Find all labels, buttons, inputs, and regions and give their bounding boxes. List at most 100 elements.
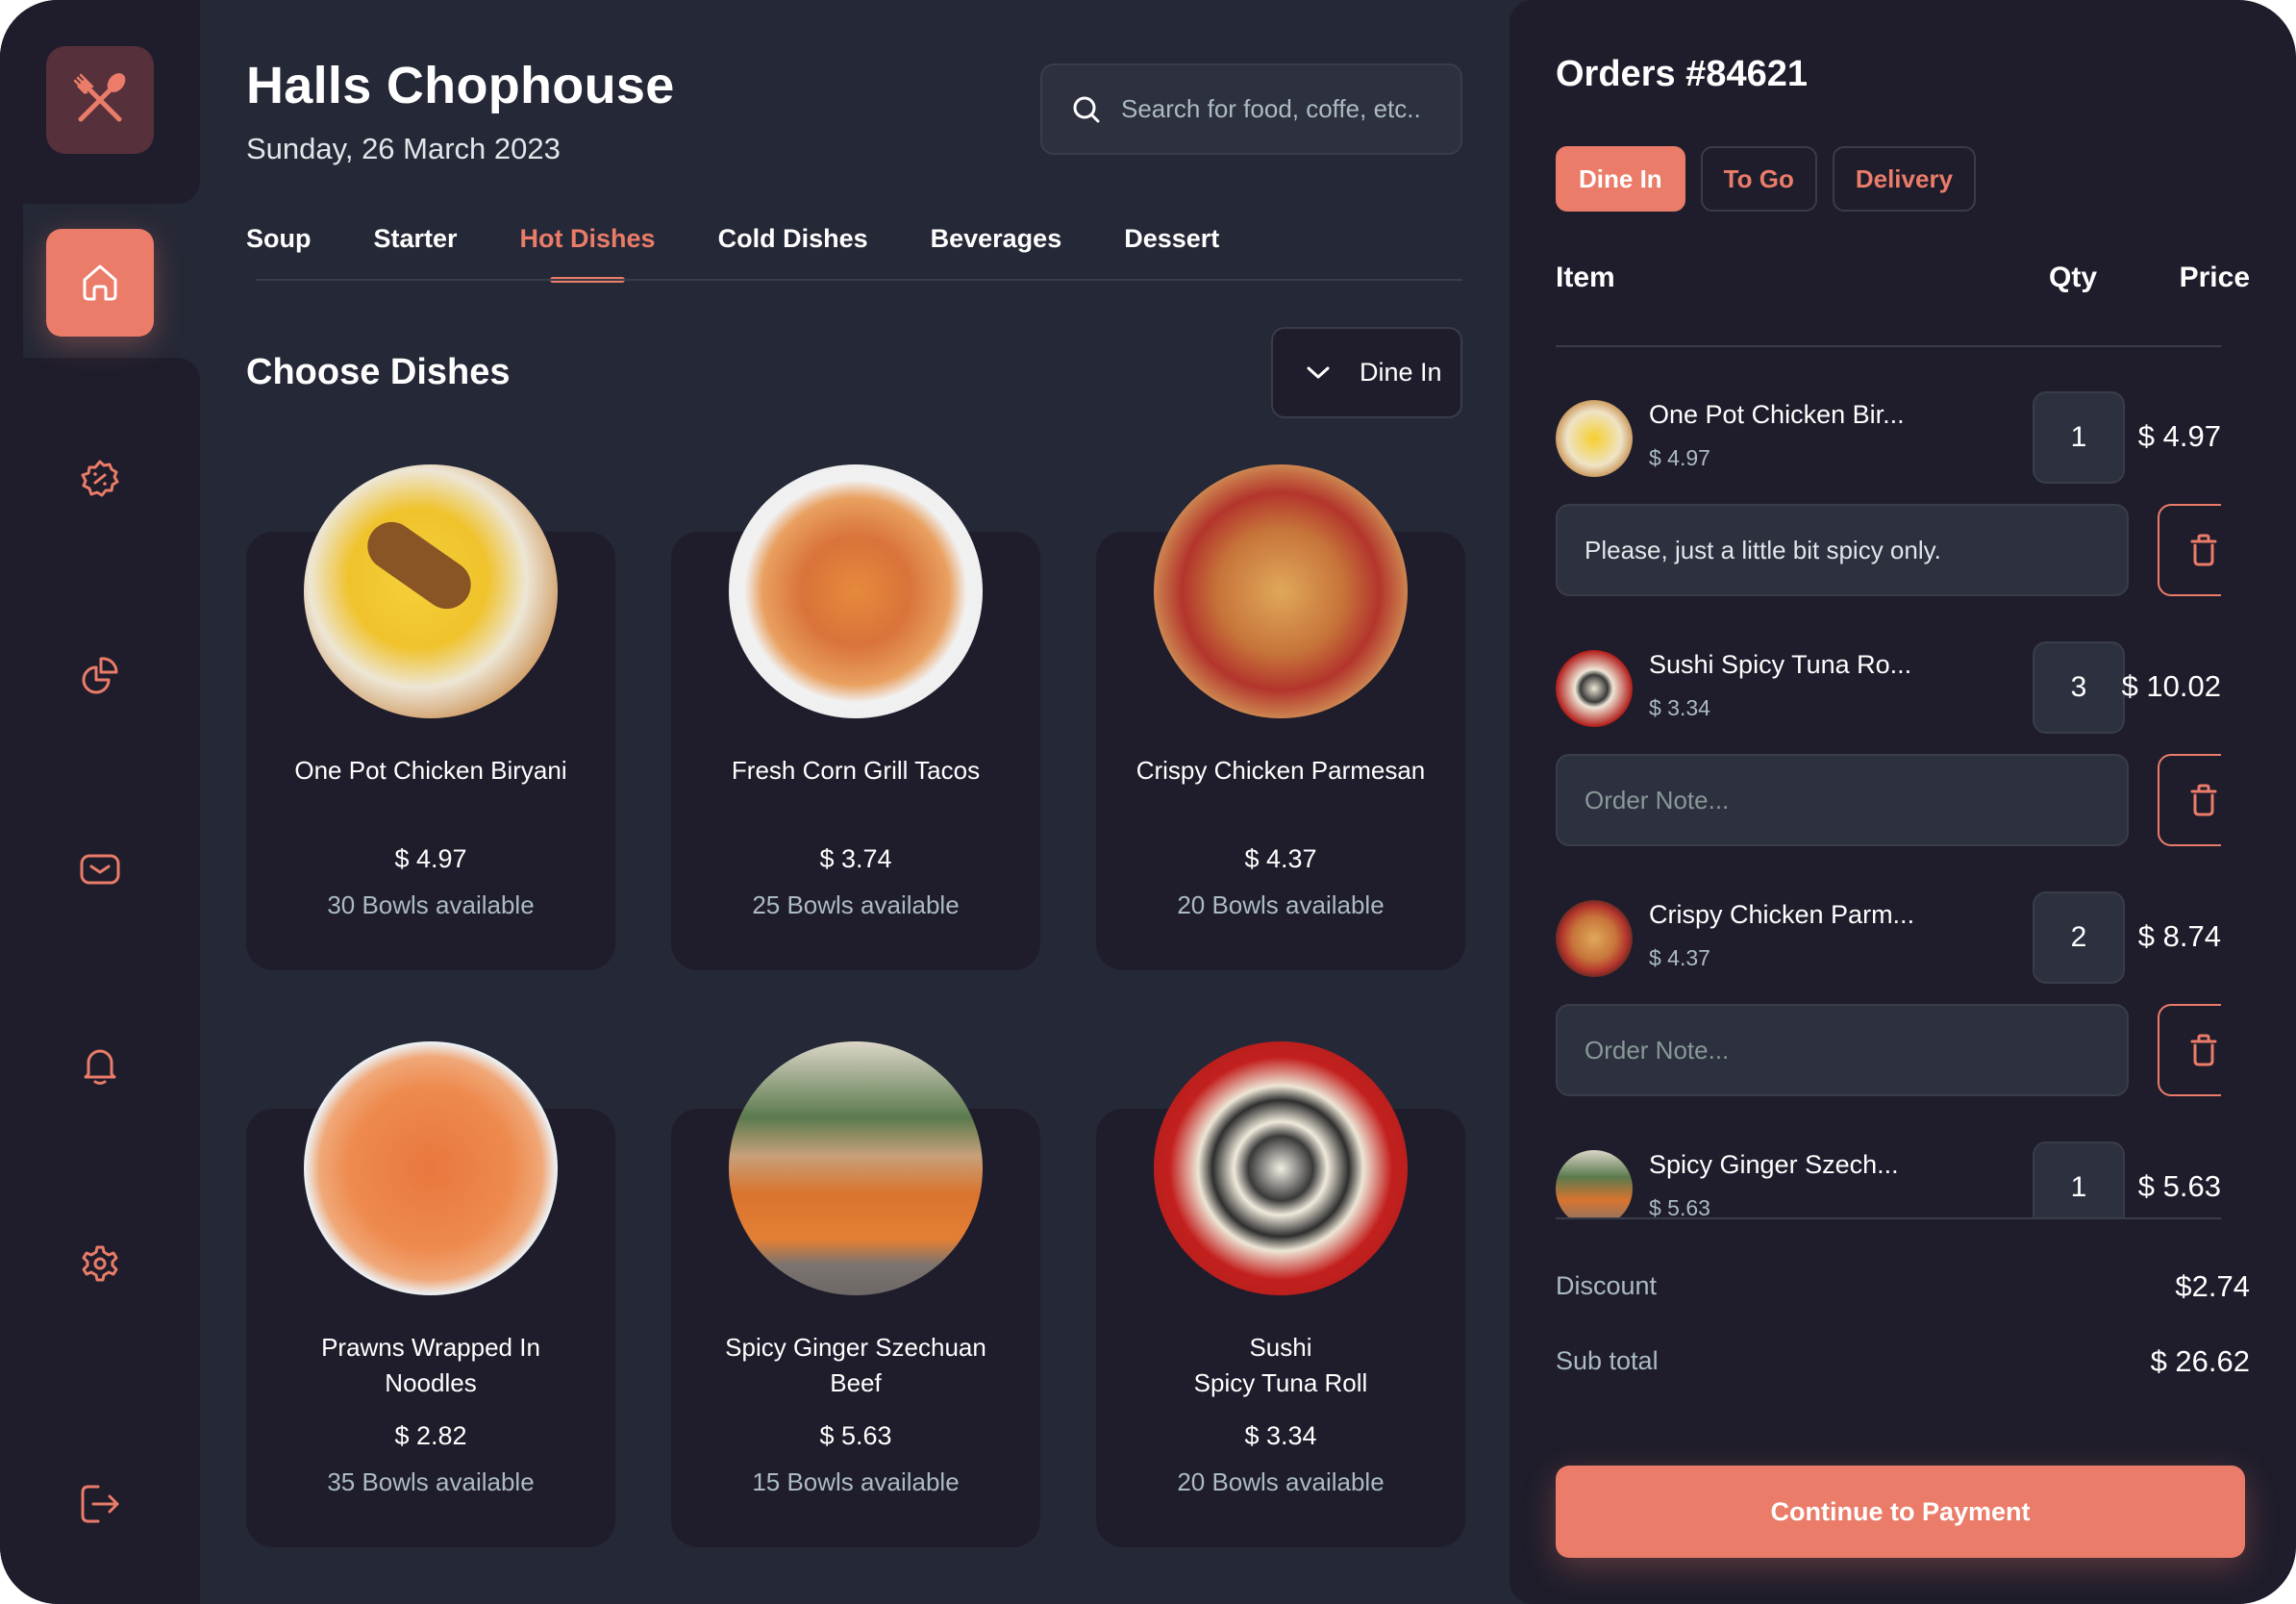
trash-icon (2190, 1034, 2217, 1066)
dish-card[interactable]: Sushi Spicy Tuna Roll $ 3.34 20 Bowls av… (1096, 1041, 1465, 1547)
order-item: Crispy Chicken Parm... $ 4.37 2 $ 8.74 (1556, 847, 2221, 1096)
order-item-qty[interactable]: 1 (2033, 1141, 2125, 1217)
order-item-total: $ 4.97 (2137, 419, 2221, 453)
delete-item-button[interactable] (2158, 754, 2221, 846)
sidebar-bottom-background (0, 358, 200, 1604)
order-items-list[interactable]: One Pot Chicken Bir... $ 4.97 1 $ 4.97 S… (1556, 347, 2221, 1217)
order-item-thumbnail (1556, 400, 1633, 477)
order-item: Spicy Ginger Szech... $ 5.63 1 $ 5.63 (1556, 1097, 2221, 1217)
sidebar-item-messages[interactable] (65, 835, 135, 904)
order-item-thumbnail (1556, 650, 1633, 727)
dish-price: $ 4.37 (1244, 844, 1317, 873)
dish-card[interactable]: Spicy Ginger Szechuan Beef $ 5.63 15 Bow… (671, 1041, 1040, 1547)
subtotal-value: $ 26.62 (2150, 1344, 2250, 1378)
dish-price: $ 3.34 (1244, 1421, 1317, 1450)
order-item-thumbnail (1556, 1150, 1633, 1217)
fork-spoon-icon (73, 73, 126, 122)
dish-image (1154, 464, 1408, 718)
trash-icon (2190, 784, 2217, 816)
category-tabs: Soup Starter Hot Dishes Cold Dishes Beve… (246, 219, 1282, 283)
sidebar-item-discount[interactable] (65, 444, 135, 514)
delete-item-button[interactable] (2158, 504, 2221, 596)
dish-availability: 35 Bowls available (327, 1467, 535, 1496)
order-item-unit-price: $ 4.97 (1649, 445, 1710, 470)
dish-availability: 20 Bowls available (1177, 1467, 1385, 1496)
column-header-item: Item (1556, 262, 1615, 293)
logout-icon (81, 1485, 119, 1523)
sidebar-item-dashboard[interactable] (65, 640, 135, 710)
dine-option-dropdown[interactable]: Dine In (1271, 327, 1462, 418)
dish-image (1154, 1041, 1408, 1295)
dish-image (304, 464, 558, 718)
order-item-unit-price: $ 4.37 (1649, 945, 1710, 970)
dish-name: Spicy Ginger Szechuan Beef (725, 1333, 986, 1397)
column-header-qty: Qty (2049, 262, 2098, 293)
dish-availability: 25 Bowls available (752, 890, 960, 919)
sidebar-item-logout[interactable] (65, 1469, 135, 1539)
order-item-total: $ 10.02 (2121, 669, 2221, 703)
discount-icon (81, 460, 119, 497)
pos-app: Halls Chophouse Sunday, 26 March 2023 So… (0, 0, 2296, 1604)
tab-starter[interactable]: Starter (374, 219, 458, 281)
column-header-price: Price (2179, 262, 2250, 293)
subtotal-label: Sub total (1556, 1346, 1659, 1375)
items-divider (1556, 1217, 2221, 1219)
order-item-unit-price: $ 5.63 (1649, 1195, 1710, 1217)
order-item-total: $ 5.63 (2137, 1169, 2221, 1203)
order-panel: Orders #84621 Dine In To Go Delivery Ite… (1510, 0, 2296, 1604)
order-item-name: One Pot Chicken Bir... (1649, 400, 1905, 429)
dashboard-pie-icon (82, 657, 118, 694)
discount-value: $2.74 (2175, 1269, 2250, 1303)
tab-beverages[interactable]: Beverages (931, 219, 1062, 281)
sidebar (0, 0, 200, 1604)
tab-cold-dishes[interactable]: Cold Dishes (718, 219, 868, 281)
order-type-dine-in[interactable]: Dine In (1556, 146, 1685, 212)
search-icon (1073, 96, 1100, 122)
search-input[interactable] (1121, 94, 1448, 124)
order-item-qty[interactable]: 1 (2033, 391, 2125, 484)
settings-icon (82, 1245, 118, 1282)
sidebar-item-notifications[interactable] (65, 1031, 135, 1100)
continue-to-payment-button[interactable]: Continue to Payment (1556, 1466, 2245, 1558)
order-item-name: Crispy Chicken Parm... (1649, 900, 1915, 929)
dish-availability: 20 Bowls available (1177, 890, 1385, 919)
delete-item-button[interactable] (2158, 1004, 2221, 1096)
order-note-input[interactable] (1556, 1004, 2129, 1096)
dish-name: Prawns Wrapped In Noodles (321, 1333, 540, 1397)
search-box[interactable] (1040, 63, 1462, 155)
dish-availability: 15 Bowls available (752, 1467, 960, 1496)
order-type-delivery[interactable]: Delivery (1832, 146, 1977, 212)
order-item-qty[interactable]: 3 (2033, 641, 2125, 734)
message-icon (80, 854, 120, 885)
dish-name: Crispy Chicken Parmesan (1136, 756, 1426, 785)
dish-price: $ 2.82 (394, 1421, 467, 1450)
sidebar-item-settings[interactable] (65, 1229, 135, 1298)
tab-dessert[interactable]: Dessert (1124, 219, 1219, 281)
order-item-name: Sushi Spicy Tuna Ro... (1649, 650, 1912, 679)
app-logo[interactable] (46, 46, 154, 154)
tab-soup[interactable]: Soup (246, 219, 312, 281)
discount-label: Discount (1556, 1271, 1658, 1300)
dish-card[interactable]: Crispy Chicken Parmesan $ 4.37 20 Bowls … (1096, 464, 1465, 970)
dish-image (304, 1041, 558, 1295)
order-item-thumbnail (1556, 900, 1633, 977)
dish-name: Sushi Spicy Tuna Roll (1193, 1333, 1368, 1397)
sidebar-item-home[interactable] (46, 229, 154, 337)
order-type-selector: Dine In To Go Delivery (1556, 146, 1977, 212)
dish-price: $ 4.97 (394, 844, 467, 873)
dish-card[interactable]: Fresh Corn Grill Tacos $ 3.74 25 Bowls a… (671, 464, 1040, 970)
order-item-qty[interactable]: 2 (2033, 891, 2125, 984)
dish-price: $ 3.74 (819, 844, 892, 873)
dish-card[interactable]: One Pot Chicken Biryani $ 4.97 30 Bowls … (246, 464, 615, 970)
trash-icon (2190, 534, 2217, 566)
dish-image (729, 464, 983, 718)
dish-card[interactable]: Prawns Wrapped In Noodles $ 2.82 35 Bowl… (246, 1041, 615, 1547)
order-note-input[interactable] (1556, 754, 2129, 846)
tab-hot-dishes[interactable]: Hot Dishes (520, 219, 656, 283)
dish-image (729, 1041, 983, 1295)
home-icon (83, 264, 117, 301)
dropdown-selected-value: Dine In (1360, 358, 1442, 387)
order-note-input[interactable] (1556, 504, 2129, 596)
order-type-to-go[interactable]: To Go (1700, 146, 1817, 212)
chevron-down-icon (1307, 366, 1330, 378)
